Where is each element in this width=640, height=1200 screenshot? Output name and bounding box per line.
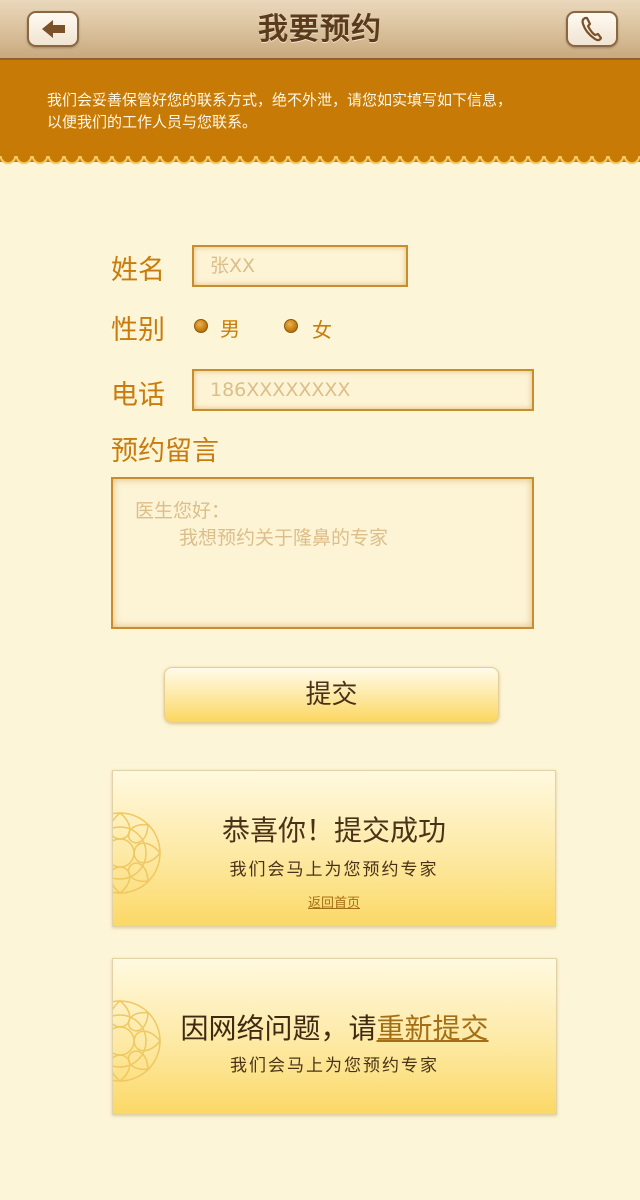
error-subtitle: 我们会马上为您预约专家 <box>230 1056 439 1076</box>
error-title-prefix: 因网络问题，请 <box>180 1012 377 1045</box>
name-input[interactable]: 张XX <box>192 245 408 287</box>
back-to-home-link[interactable]: 返回首页 <box>308 896 360 911</box>
message-textarea[interactable]: 医生您好： 我想预约关于隆鼻的专家 <box>111 477 534 629</box>
gender-female-radio[interactable] <box>284 319 298 333</box>
submit-button[interactable]: 提交 <box>164 667 499 723</box>
gender-male-radio[interactable] <box>194 319 208 333</box>
message-placeholder-line-1: 医生您好： <box>135 500 231 522</box>
error-title: 因网络问题，请重新提交 <box>113 1007 556 1047</box>
resubmit-link[interactable]: 重新提交 <box>377 1012 489 1045</box>
phone-label: 电话 <box>111 380 165 411</box>
success-subtitle: 我们会马上为您预约专家 <box>229 860 439 880</box>
success-title: 恭喜你！提交成功 <box>221 814 446 847</box>
back-arrow-icon <box>42 20 65 38</box>
phone-icon <box>581 16 603 42</box>
scallop-divider <box>0 156 640 172</box>
phone-input[interactable]: 186XXXXXXXX <box>192 369 534 411</box>
notice-line-1: 我们会妥善保管好您的联系方式，绝不外泄，请您如实填写如下信息， <box>47 91 513 109</box>
gender-female-label[interactable]: 女 <box>312 314 332 343</box>
gender-label: 性别 <box>111 315 165 346</box>
top-bar: 我要预约 <box>0 0 640 60</box>
notice-line-2: 以便我们的工作人员与您联系。 <box>47 113 258 131</box>
privacy-notice: 我们会妥善保管好您的联系方式，绝不外泄，请您如实填写如下信息， 以便我们的工作人… <box>0 60 640 162</box>
back-button[interactable] <box>27 11 79 47</box>
name-label: 姓名 <box>111 255 165 286</box>
page-title: 我要预约 <box>258 12 382 47</box>
error-card: 因网络问题，请重新提交 我们会马上为您预约专家 <box>112 958 557 1115</box>
success-card: 恭喜你！提交成功 我们会马上为您预约专家 返回首页 <box>112 770 556 927</box>
gender-male-label[interactable]: 男 <box>220 313 240 342</box>
call-button[interactable] <box>566 11 618 47</box>
message-placeholder-line-2: 我想预约关于隆鼻的专家 <box>179 527 389 549</box>
message-label: 预约留言 <box>111 436 219 467</box>
